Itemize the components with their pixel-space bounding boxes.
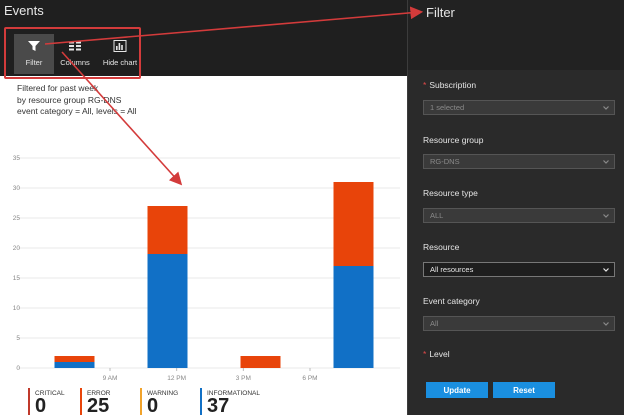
y-tick-label: 0	[16, 365, 20, 372]
resource-select[interactable]: All resources	[423, 262, 615, 277]
bar-chart-icon	[113, 40, 127, 52]
subscription-label: * Subscription	[423, 80, 476, 90]
filter-button[interactable]: Filter	[14, 34, 54, 74]
filter-icon	[28, 41, 40, 51]
x-tick-label: 3 PM	[236, 375, 251, 382]
legend-informational[interactable]: INFORMATIONAL 37	[200, 388, 290, 415]
bar-segment	[333, 266, 374, 368]
bar-segment	[54, 362, 95, 368]
resource-value: All resources	[430, 265, 474, 274]
resource-type-label: Resource type	[423, 188, 478, 198]
filter-summary: Filtered for past week by resource group…	[17, 83, 137, 118]
filter-button-label: Filter	[25, 58, 43, 67]
legend-warning[interactable]: WARNING 0	[140, 388, 200, 415]
resource-group-label: Resource group	[423, 135, 484, 145]
resource-type-value: ALL	[430, 211, 444, 220]
subscription-label-text: Subscription	[429, 80, 477, 90]
update-button[interactable]: Update	[426, 382, 488, 398]
event-category-value: All	[430, 319, 439, 328]
event-category-label: Event category	[423, 296, 480, 306]
resource-group-select[interactable]: RG-DNS	[423, 154, 615, 169]
hide-chart-button-label: Hide chart	[102, 58, 138, 67]
x-tick-label: 12 PM	[167, 375, 186, 382]
required-asterisk: *	[423, 80, 427, 90]
filter-blade-title: Filter	[426, 5, 455, 20]
y-tick-label: 25	[13, 215, 21, 222]
level-label: * Level	[423, 349, 450, 359]
required-asterisk: *	[423, 349, 427, 359]
events-legend: CRITICAL 0 ERROR 25 WARNING 0 INFORMATIO…	[28, 388, 290, 415]
filter-summary-line: Filtered for past week	[17, 83, 99, 93]
legend-informational-count: 37	[207, 395, 230, 415]
y-tick-label: 35	[13, 155, 21, 162]
event-category-select[interactable]: All	[423, 316, 615, 331]
level-label-text: Level	[429, 349, 450, 359]
legend-error-count: 25	[87, 395, 110, 415]
bar-segment	[147, 206, 188, 254]
bar-segment	[147, 254, 188, 368]
legend-error[interactable]: ERROR 25	[80, 388, 140, 415]
chevron-down-icon	[603, 268, 609, 272]
resource-group-value: RG-DNS	[430, 157, 460, 166]
subscription-value: 1 selected	[430, 103, 465, 112]
filter-blade: Filter * Subscription 1 selected Resource…	[407, 0, 624, 415]
events-chart: 0 5 10 15 20 25 30 35 9 AM 12 PM 3 PM 6 PM	[13, 155, 400, 382]
chevron-down-icon	[603, 322, 609, 326]
chevron-down-icon	[603, 106, 609, 110]
columns-button[interactable]: Columns	[54, 34, 96, 74]
events-title: Events	[4, 3, 44, 18]
filter-blade-header: Filter	[408, 0, 624, 70]
legend-critical-count: 0	[35, 395, 47, 415]
bar-segment	[54, 356, 95, 362]
y-tick-label: 15	[13, 275, 21, 282]
bar-segment	[240, 356, 281, 368]
subscription-select[interactable]: 1 selected	[423, 100, 615, 115]
legend-warning-count: 0	[147, 395, 159, 415]
columns-button-label: Columns	[60, 58, 90, 67]
filter-summary-line: event category = All, levels = All	[17, 106, 137, 116]
columns-icon	[69, 41, 81, 51]
chevron-down-icon	[603, 214, 609, 218]
resource-label: Resource	[423, 242, 460, 252]
resource-type-select[interactable]: ALL	[423, 208, 615, 223]
events-toolbar: Filter Columns Hide chart	[14, 34, 144, 74]
y-tick-label: 5	[16, 335, 20, 342]
events-header: Events Filter Columns Hide chart	[0, 0, 407, 76]
bar-segment	[333, 182, 374, 266]
filter-summary-line: by resource group RG-DNS	[17, 94, 122, 105]
events-blade: Events Filter Columns Hide chart Filtere…	[0, 0, 407, 415]
y-tick-label: 10	[13, 305, 21, 312]
hide-chart-button[interactable]: Hide chart	[96, 34, 144, 74]
legend-critical[interactable]: CRITICAL 0	[28, 388, 80, 415]
x-tick-label: 6 PM	[302, 375, 317, 382]
x-tick-label: 9 AM	[103, 375, 118, 382]
reset-button[interactable]: Reset	[493, 382, 555, 398]
chevron-down-icon	[603, 160, 609, 164]
y-tick-label: 30	[13, 185, 21, 192]
y-tick-label: 20	[13, 245, 21, 252]
